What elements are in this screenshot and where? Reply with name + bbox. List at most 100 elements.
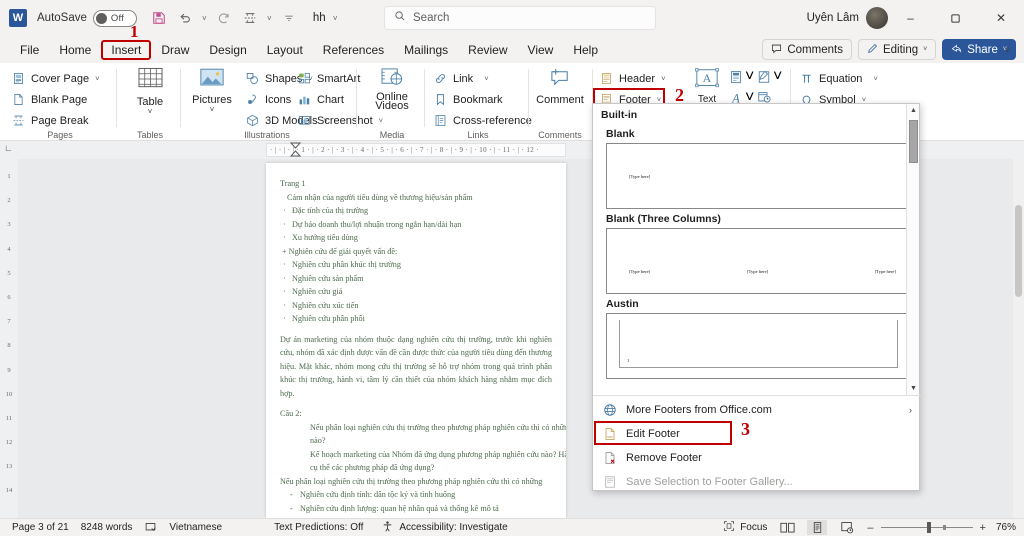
tab-mailings[interactable]: Mailings [394, 40, 458, 60]
blank-page-button[interactable]: Blank Page [8, 89, 112, 110]
status-page-number[interactable]: Page 3 of 21 [12, 522, 69, 533]
undo-dropdown-caret[interactable]: ˅ [199, 14, 210, 23]
doc-line: nào? [310, 436, 326, 445]
online-videos-button[interactable]: Online Videos [364, 63, 420, 112]
gallery-item-three-columns[interactable]: [Type here] [Type here] [Type here] [606, 228, 911, 294]
save-icon[interactable] [147, 6, 171, 30]
vertical-ruler[interactable]: 1 2 3 4 5 6 7 8 9 10 11 12 13 14 [0, 159, 18, 518]
redo-icon[interactable] [212, 6, 236, 30]
document-scrollbar-thumb[interactable] [1015, 205, 1022, 297]
document-name[interactable]: hh [313, 12, 326, 24]
table-button[interactable]: Table ˅ [124, 63, 176, 116]
cross-reference-icon [433, 113, 448, 128]
zoom-in-button[interactable]: + [980, 522, 986, 534]
tab-stop-selector-icon[interactable]: ∟ [4, 143, 13, 153]
status-language[interactable]: Vietnamese [169, 522, 222, 533]
tab-design[interactable]: Design [199, 40, 256, 60]
tab-references[interactable]: References [313, 40, 394, 60]
cover-page-caret-icon[interactable]: ˅ [95, 74, 99, 83]
restore-button[interactable] [933, 0, 978, 36]
print-layout-icon[interactable] [807, 520, 828, 535]
gallery-item-austin-label: Austin [606, 298, 639, 310]
status-accessibility[interactable]: Accessibility: Investigate [399, 522, 507, 533]
icons-icon [245, 92, 260, 107]
indent-markers-icon[interactable] [289, 142, 302, 160]
tab-draw[interactable]: Draw [151, 40, 199, 60]
pictures-caret-icon[interactable]: ˅ [210, 106, 215, 114]
editing-button[interactable]: Editing ˅ [857, 39, 937, 60]
scroll-up-arrow-icon[interactable]: ▲ [907, 104, 920, 117]
collapse-ribbon-icon[interactable]: ˅ [1004, 45, 1010, 136]
doc-line: Dự báo doanh thu/lợi nhuận trong ngắn hạ… [280, 218, 552, 232]
drop-cap-caret-icon[interactable]: ˅ [773, 68, 782, 86]
zoom-out-button[interactable]: – [867, 522, 873, 534]
scroll-down-arrow-icon[interactable]: ▼ [907, 382, 920, 395]
cover-page-button[interactable]: Cover Page ˅ [8, 68, 112, 89]
equation-caret-icon[interactable]: ˅ [873, 74, 877, 83]
text-box-icon[interactable]: A [693, 68, 721, 95]
gallery-scrollbar[interactable]: ▲ ▼ [906, 104, 919, 395]
zoom-slider-track[interactable] [880, 522, 973, 533]
page-break-button[interactable]: Page Break [8, 110, 112, 131]
vruler-tick: 12 [5, 439, 13, 447]
link-caret-icon[interactable]: ˅ [484, 74, 488, 83]
3d-models-icon [245, 113, 260, 128]
tab-view[interactable]: View [518, 40, 564, 60]
ribbon-separator-2 [180, 69, 181, 127]
avatar[interactable] [866, 7, 888, 29]
tab-layout[interactable]: Layout [257, 40, 313, 60]
close-button[interactable]: ✕ [978, 0, 1024, 36]
gallery-scrollbar-thumb[interactable] [909, 120, 918, 163]
document-scrollbar[interactable] [1013, 159, 1024, 518]
minimize-button[interactable]: – [888, 0, 933, 36]
focus-button[interactable]: Focus [723, 520, 767, 535]
gallery-placeholder: [Type here] [874, 269, 896, 274]
gallery-item-blank[interactable]: [Type here] [606, 143, 911, 209]
equation-button[interactable]: Equation ˅ [796, 68, 892, 89]
document-name-caret-icon[interactable]: ˅ [330, 14, 341, 23]
more-footers-from-office-command[interactable]: More Footers from Office.com › [593, 398, 921, 422]
vruler-tick: 4 [7, 245, 11, 253]
date-time-icon[interactable] [756, 89, 771, 104]
ribbon-tab-right-controls: Comments Editing ˅ Share ˅ [762, 39, 1016, 60]
status-word-count[interactable]: 8248 words [81, 522, 133, 533]
editing-caret-icon[interactable]: ˅ [923, 46, 927, 53]
comments-button[interactable]: Comments [762, 39, 852, 60]
search-input[interactable]: Search [384, 6, 656, 30]
pictures-button[interactable]: Pictures ˅ [186, 63, 238, 114]
link-button[interactable]: Link ˅ [430, 68, 526, 89]
comment-button[interactable]: Comment [532, 63, 588, 106]
doc-line: Nếu phân loại nghiên cứu thị trường theo… [310, 422, 566, 432]
tab-insert[interactable]: Insert [101, 39, 152, 60]
equation-icon [799, 71, 814, 86]
cross-reference-button[interactable]: Cross-reference [430, 110, 532, 131]
tab-home[interactable]: Home [49, 40, 101, 60]
account-area[interactable]: Uyên Lâm [807, 7, 888, 29]
edit-footer-highlight-box [594, 421, 732, 445]
gallery-item-austin[interactable]: 1 [606, 313, 911, 379]
customize-quick-access-toolbar-icon[interactable] [277, 6, 301, 30]
zoom-slider-handle[interactable] [926, 522, 931, 533]
remove-footer-command[interactable]: Remove Footer [593, 446, 921, 470]
zoom-slider[interactable]: – + [867, 522, 986, 534]
zoom-level[interactable]: 76% [996, 522, 1016, 533]
tab-review[interactable]: Review [458, 40, 517, 60]
web-layout-icon[interactable] [837, 520, 857, 535]
tab-help[interactable]: Help [563, 40, 608, 60]
spell-check-icon[interactable] [144, 521, 157, 534]
more-footers-label: More Footers from Office.com [626, 404, 772, 416]
tab-file[interactable]: File [10, 40, 49, 60]
bookmark-button[interactable]: Bookmark [430, 89, 526, 110]
quick-parts-caret-icon[interactable]: ˅ [745, 68, 754, 86]
undo-icon[interactable] [173, 6, 197, 30]
header-button[interactable]: Header ˅ [596, 68, 680, 89]
page-break-dropdown-caret[interactable]: ˅ [264, 14, 275, 23]
status-text-predictions[interactable]: Text Predictions: Off [274, 522, 363, 533]
table-caret-icon[interactable]: ˅ [148, 108, 153, 116]
read-mode-icon[interactable] [777, 520, 797, 535]
quick-parts-icon[interactable] [728, 70, 743, 85]
header-caret-icon[interactable]: ˅ [661, 74, 665, 83]
drop-cap-icon[interactable] [756, 70, 771, 85]
document-page[interactable]: Trang 1 Cảm nhận của người tiêu dùng về … [266, 163, 566, 518]
page-break-quick-icon[interactable] [238, 6, 262, 30]
